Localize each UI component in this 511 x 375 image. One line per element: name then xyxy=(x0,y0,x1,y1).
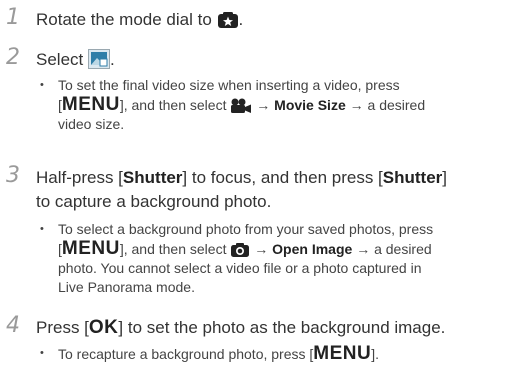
menu-key-label: MENU xyxy=(313,343,372,364)
menu-item-movie-size: Movie Size xyxy=(274,97,346,113)
shutter-key-label: Shutter xyxy=(382,168,443,187)
menu-key-label: MENU xyxy=(61,94,120,115)
step-1: 1 Rotate the mode dial to . xyxy=(6,5,244,30)
shutter-key-label: Shutter xyxy=(122,168,183,187)
star-scene-mode-icon xyxy=(217,12,238,28)
step-4: 4 Press [OK] to set the photo as the bac… xyxy=(6,313,446,364)
menu-key-label: MENU xyxy=(61,238,120,259)
step-number: 3 xyxy=(6,163,20,188)
step-3: 3 Half-press [Shutter] to focus, and the… xyxy=(6,163,447,296)
movie-camera-icon xyxy=(231,98,252,113)
photo-frame-mode-icon xyxy=(87,49,110,69)
ok-key-label: OK xyxy=(88,317,119,338)
step-number: 4 xyxy=(6,313,20,338)
camera-icon xyxy=(231,243,250,257)
step-text: Select xyxy=(36,50,84,69)
step-number: 1 xyxy=(6,5,20,30)
step-2: 2 Select . • To set the final video size… xyxy=(6,45,426,133)
step-text: Rotate the mode dial to xyxy=(36,10,212,29)
step-number: 2 xyxy=(6,45,20,70)
menu-item-open-image: Open Image xyxy=(272,241,353,257)
